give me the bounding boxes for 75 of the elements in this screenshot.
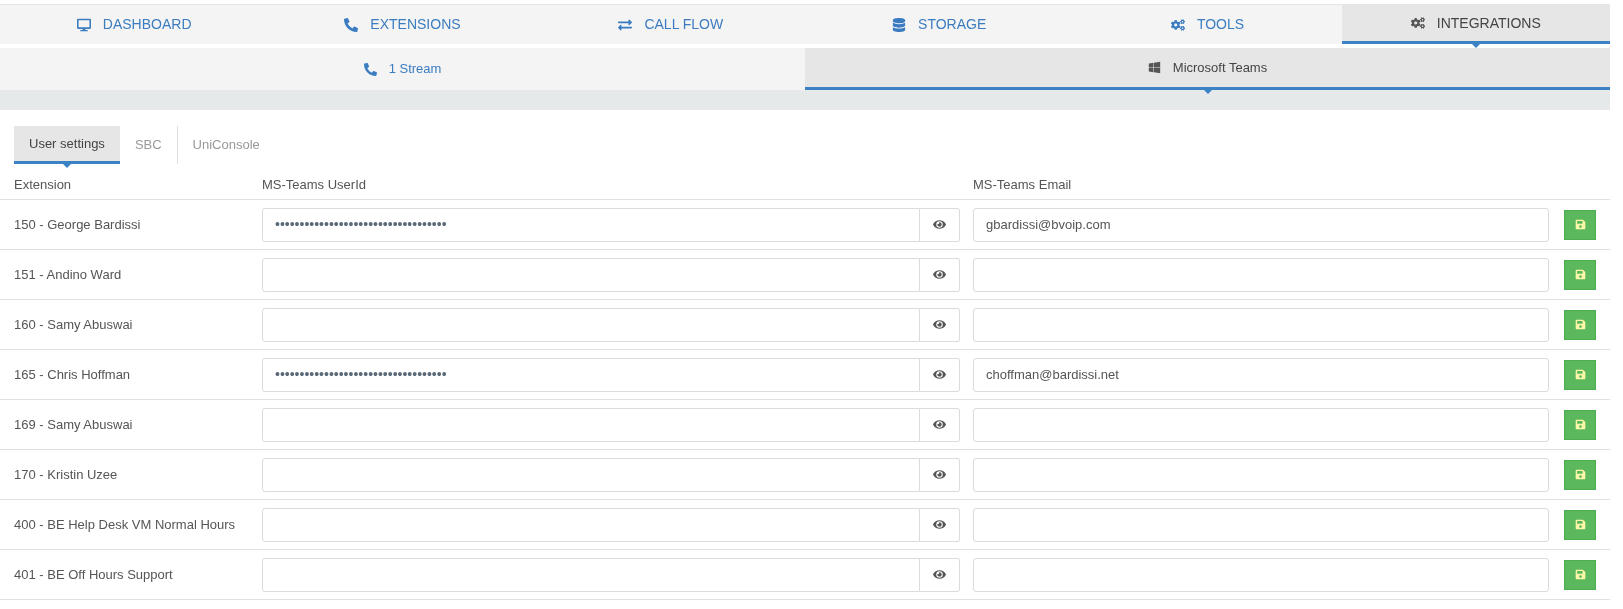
extension-name: 169 - Samy Abuswai: [14, 415, 134, 434]
nav-tab[interactable]: CALL FLOW: [536, 5, 805, 44]
save-icon: [1574, 569, 1586, 580]
nav-tab[interactable]: EXTENSIONS: [268, 5, 537, 44]
settings-tab[interactable]: UniConsole: [176, 126, 275, 164]
save-button[interactable]: [1564, 509, 1596, 540]
save-icon: [1574, 469, 1586, 480]
save-icon: [1574, 519, 1586, 530]
column-header: Extension: [14, 175, 73, 194]
extension-name: 151 - Andino Ward: [14, 265, 123, 284]
eye-icon: [933, 368, 946, 381]
eye-icon: [933, 568, 946, 581]
extension-name: 150 - George Bardissi: [14, 215, 142, 234]
save-icon: [1574, 369, 1586, 380]
nav-tab[interactable]: DASHBOARD: [0, 5, 269, 44]
show-password-button[interactable]: [920, 457, 960, 492]
save-icon: [1574, 269, 1586, 280]
sub-tab[interactable]: 1 Stream: [0, 48, 805, 90]
userid-field[interactable]: [262, 307, 920, 342]
phone-icon: [363, 62, 377, 76]
extension-name: 170 - Kristin Uzee: [14, 465, 119, 484]
show-password-button[interactable]: [920, 307, 960, 342]
eye-icon: [933, 268, 946, 281]
database-icon: [892, 17, 907, 32]
show-password-button[interactable]: [920, 557, 960, 592]
eye-icon: [933, 518, 946, 531]
userid-field[interactable]: [262, 257, 920, 292]
gears-icon: [1170, 17, 1185, 32]
extension-name: 400 - BE Help Desk VM Normal Hours: [14, 515, 237, 534]
eye-icon: [933, 318, 946, 331]
extension-name: 165 - Chris Hoffman: [14, 365, 132, 384]
userid-field[interactable]: [262, 557, 920, 592]
email-field[interactable]: [973, 407, 1549, 442]
save-button[interactable]: [1564, 459, 1596, 490]
save-button[interactable]: [1564, 309, 1596, 340]
userid-field[interactable]: •••••••••••••••••••••••••••••••••••: [262, 357, 920, 392]
column-header: MS-Teams UserId: [262, 175, 368, 194]
show-password-button[interactable]: [920, 357, 960, 392]
userid-field[interactable]: [262, 457, 920, 492]
eye-icon: [933, 468, 946, 481]
userid-field[interactable]: [262, 507, 920, 542]
email-field[interactable]: choffman@bardissi.net: [973, 357, 1549, 392]
show-password-button[interactable]: [920, 257, 960, 292]
windows-icon: [1147, 61, 1161, 74]
arrows-icon: [618, 17, 633, 32]
monitor-icon: [76, 17, 91, 32]
gears-icon: [1410, 16, 1425, 30]
email-field[interactable]: [973, 507, 1549, 542]
eye-icon: [933, 218, 946, 231]
email-field[interactable]: gbardissi@bvoip.com: [973, 207, 1549, 242]
save-button[interactable]: [1564, 359, 1596, 390]
phone-icon: [344, 17, 359, 32]
userid-field[interactable]: [262, 407, 920, 442]
save-button[interactable]: [1564, 409, 1596, 440]
email-field[interactable]: [973, 457, 1549, 492]
show-password-button[interactable]: [920, 207, 960, 242]
save-button[interactable]: [1564, 209, 1596, 240]
save-icon: [1574, 319, 1586, 330]
save-icon: [1574, 419, 1586, 430]
settings-tab[interactable]: SBC: [119, 126, 177, 164]
nav-tab[interactable]: TOOLS: [1073, 5, 1342, 44]
show-password-button[interactable]: [920, 407, 960, 442]
extension-name: 401 - BE Off Hours Support: [14, 565, 174, 584]
userid-field[interactable]: •••••••••••••••••••••••••••••••••••: [262, 207, 920, 242]
eye-icon: [933, 418, 946, 431]
email-field[interactable]: [973, 257, 1549, 292]
column-header: MS-Teams Email: [973, 175, 1072, 194]
email-field[interactable]: [973, 307, 1549, 342]
nav-tab[interactable]: STORAGE: [805, 5, 1074, 44]
save-icon: [1574, 219, 1586, 230]
show-password-button[interactable]: [920, 507, 960, 542]
save-button[interactable]: [1564, 559, 1596, 590]
extension-name: 160 - Samy Abuswai: [14, 315, 134, 334]
save-button[interactable]: [1564, 259, 1596, 290]
email-field[interactable]: [973, 557, 1549, 592]
